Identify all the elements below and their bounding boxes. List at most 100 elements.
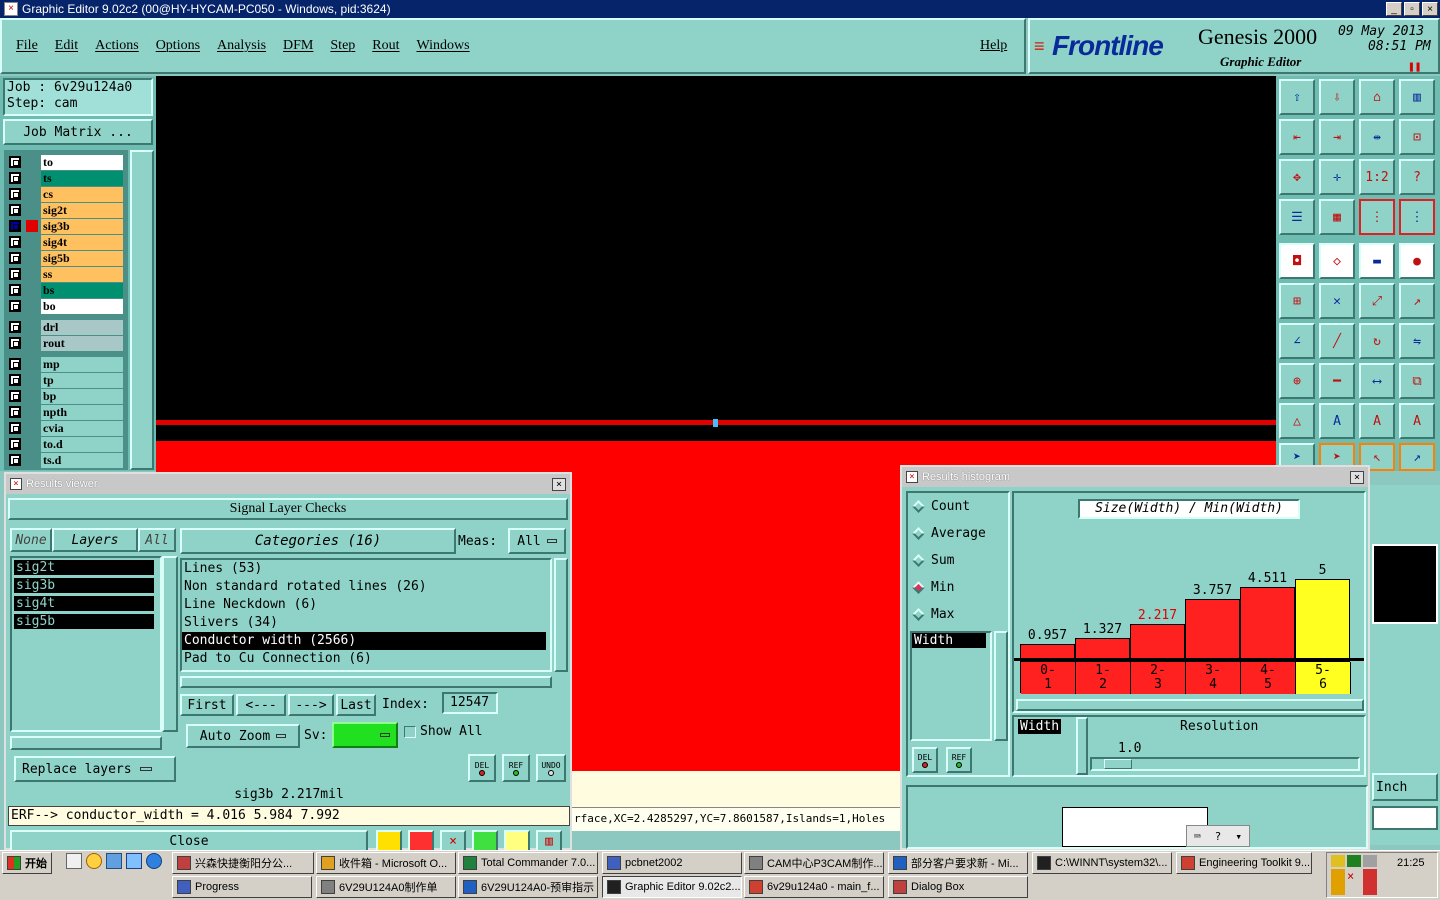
layer-row-sig2t[interactable]: sig2t: [6, 202, 124, 218]
layers-hscrollbar[interactable]: [10, 736, 162, 750]
taskbar-item[interactable]: 收件箱 - Microsoft O...: [316, 852, 456, 874]
tool-flip-icon[interactable]: ⇋: [1399, 323, 1435, 359]
taskbar-item[interactable]: 6V29U124A0制作单: [316, 876, 456, 898]
bin-label[interactable]: 1- 2: [1076, 662, 1131, 694]
layer-checkbox[interactable]: [9, 321, 21, 333]
histogram-bar[interactable]: [1020, 643, 1075, 659]
quick-launch-desktop-icon[interactable]: [126, 853, 142, 869]
category-item[interactable]: Slivers (34): [182, 614, 546, 632]
histogram-bar[interactable]: [1185, 598, 1240, 659]
sv-color-dropdown[interactable]: [332, 722, 398, 748]
layer-checkbox[interactable]: [9, 454, 21, 466]
close-button[interactable]: Close: [10, 830, 368, 852]
histogram-bar[interactable]: [1075, 637, 1130, 659]
keyboard-icon[interactable]: ⌨: [1194, 830, 1201, 843]
tool-zoom-next-icon[interactable]: ⇥: [1319, 119, 1355, 155]
tool-measure-icon[interactable]: ▬: [1359, 243, 1395, 279]
layer-row-sig4t[interactable]: sig4t: [6, 234, 124, 250]
tool-grid-icon[interactable]: ▦: [1319, 199, 1355, 235]
layer-checkbox[interactable]: [9, 188, 21, 200]
taskbar-item[interactable]: CAM中心P3CAM制作...: [744, 852, 884, 874]
tray-icon-4[interactable]: [1331, 869, 1345, 895]
layer-row-bo[interactable]: bo: [6, 298, 124, 314]
taskbar-item[interactable]: Dialog Box: [888, 876, 1028, 898]
layer-checkbox[interactable]: [9, 204, 21, 216]
tool-save-icon[interactable]: ⇩: [1319, 79, 1355, 115]
first-button[interactable]: First: [180, 694, 234, 716]
category-item[interactable]: Lines (53): [182, 560, 546, 578]
tool-select-icon[interactable]: ◘: [1279, 243, 1315, 279]
tray-icon-3[interactable]: [1363, 855, 1377, 867]
taskbar-item[interactable]: 6v29u124a0 - main_f...: [744, 876, 884, 898]
help-icon[interactable]: ?: [1215, 830, 1222, 843]
tool-snap-alt-icon[interactable]: ⋮: [1399, 199, 1435, 235]
start-button[interactable]: 开始: [2, 852, 52, 874]
taskbar-item[interactable]: pcbnet2002: [602, 852, 742, 874]
rv-layer-item[interactable]: sig2t: [14, 560, 154, 575]
layer-checkbox[interactable]: [9, 156, 21, 168]
layer-checkbox[interactable]: [9, 422, 21, 434]
tool-help-icon[interactable]: ?: [1399, 159, 1435, 195]
layer-row-sig5b[interactable]: sig5b: [6, 250, 124, 266]
layer-checkbox[interactable]: [9, 390, 21, 402]
tray-icon-2[interactable]: [1347, 855, 1361, 867]
tool-tri-a-icon[interactable]: A: [1319, 403, 1355, 439]
tool-pad-icon[interactable]: ●: [1399, 243, 1435, 279]
mode-min[interactable]: Min: [912, 577, 954, 597]
units-select[interactable]: Inch: [1372, 773, 1438, 801]
red-tool-icon[interactable]: [408, 830, 434, 852]
replace-layers-dropdown[interactable]: Replace layers: [14, 756, 176, 782]
tool-window-icon[interactable]: ⊡: [1399, 119, 1435, 155]
hist-del-button[interactable]: DEL: [912, 747, 938, 773]
layer-checkbox[interactable]: [9, 358, 21, 370]
tool-angle-icon[interactable]: ∠: [1279, 323, 1315, 359]
tray-icon-6[interactable]: [1363, 869, 1377, 895]
layer-row-cs[interactable]: cs: [6, 186, 124, 202]
tool-group-icon[interactable]: ⧉: [1399, 363, 1435, 399]
del-button[interactable]: DEL: [468, 754, 496, 782]
tool-net-icon[interactable]: ⊞: [1279, 283, 1315, 319]
minimize-button[interactable]: _: [1386, 2, 1402, 16]
show-all-checkbox[interactable]: [404, 726, 416, 738]
tool-tri-b-icon[interactable]: A: [1359, 403, 1395, 439]
list-tool-icon[interactable]: [504, 830, 530, 852]
menu-analysis[interactable]: Analysis: [217, 38, 266, 54]
layer-row-sig3b[interactable]: sig3b: [6, 218, 124, 234]
layer-row-ts[interactable]: ts: [6, 170, 124, 186]
categories-scrollbar[interactable]: [554, 558, 568, 672]
layer-row-cvia[interactable]: cvia: [6, 420, 124, 436]
results-viewer-close-icon[interactable]: ×: [552, 477, 566, 491]
yellow-tool-icon[interactable]: [376, 830, 402, 852]
layers-all-button[interactable]: All: [138, 528, 176, 552]
taskbar-item[interactable]: Graphic Editor 9.02c2...: [602, 876, 742, 898]
bin-label[interactable]: 2- 3: [1131, 662, 1186, 694]
menu-options[interactable]: Options: [156, 38, 200, 54]
cross-tool-icon[interactable]: ×: [440, 830, 466, 852]
menu-rout[interactable]: Rout: [372, 38, 399, 54]
mode-count[interactable]: Count: [912, 496, 970, 516]
rv-layer-item[interactable]: sig5b: [14, 614, 154, 629]
taskbar-item[interactable]: C:\WINNT\system32\...: [1032, 852, 1172, 874]
taskbar-item[interactable]: Engineering Toolkit 9....: [1176, 852, 1312, 874]
layer-checkbox[interactable]: [9, 438, 21, 450]
menu-help[interactable]: Help: [980, 38, 1007, 54]
layers-header[interactable]: Layers: [52, 528, 138, 552]
bin-label[interactable]: 3- 4: [1186, 662, 1241, 694]
tool-rotate-icon[interactable]: ↗: [1399, 283, 1435, 319]
tool-one-to-one-icon[interactable]: 1:2: [1359, 159, 1395, 195]
chart-tool-icon[interactable]: ▥: [536, 830, 562, 852]
tool-open-step-icon[interactable]: ⇧: [1279, 79, 1315, 115]
tool-triangle-icon[interactable]: △: [1279, 403, 1315, 439]
layer-row-bs[interactable]: bs: [6, 282, 124, 298]
layers-scrollbar[interactable]: [162, 556, 178, 732]
quick-launch-clock-icon[interactable]: [86, 853, 102, 869]
menu-file[interactable]: File: [16, 38, 38, 54]
width-scrollbar[interactable]: [1076, 717, 1088, 775]
tool-snap-icon[interactable]: ⋮: [1359, 199, 1395, 235]
menu-step[interactable]: Step: [330, 38, 355, 54]
next-button[interactable]: --->: [288, 694, 334, 716]
tool-line-icon[interactable]: ╱: [1319, 323, 1355, 359]
slider-thumb[interactable]: [1104, 759, 1132, 769]
mode-average[interactable]: Average: [912, 523, 986, 543]
tool-move-icon[interactable]: ⤢: [1359, 283, 1395, 319]
